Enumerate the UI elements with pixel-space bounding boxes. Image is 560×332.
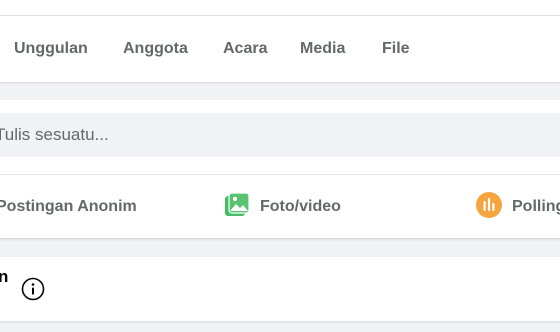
group-tab-bar: Unggulan Anggota Acara Media File — [0, 16, 560, 82]
post-composer: Tulis sesuatu... Postingan Anonim Foto/v… — [0, 100, 560, 239]
anonymous-post-button[interactable]: Postingan Anonim — [0, 187, 137, 227]
poll-label: Polling — [512, 198, 560, 215]
tab-anggota[interactable]: Anggota — [123, 16, 188, 82]
photo-video-button[interactable]: Foto/video — [224, 187, 341, 227]
composer-divider — [0, 174, 560, 175]
poll-button[interactable]: Polling — [476, 187, 560, 227]
poll-icon — [476, 191, 502, 223]
about-card: n — [0, 257, 560, 321]
tab-media[interactable]: Media — [300, 16, 345, 82]
about-title: n — [0, 267, 9, 286]
tab-acara[interactable]: Acara — [223, 16, 267, 82]
photo-video-label: Foto/video — [260, 198, 341, 215]
tab-unggulan[interactable]: Unggulan — [14, 16, 88, 82]
photo-video-icon — [224, 191, 250, 223]
anonymous-post-label: Postingan Anonim — [0, 198, 137, 215]
tab-file[interactable]: File — [382, 16, 410, 82]
composer-placeholder: Tulis sesuatu... — [0, 125, 109, 144]
info-icon[interactable] — [21, 277, 45, 301]
composer-input[interactable]: Tulis sesuatu... — [0, 113, 560, 157]
top-strip — [0, 0, 560, 16]
